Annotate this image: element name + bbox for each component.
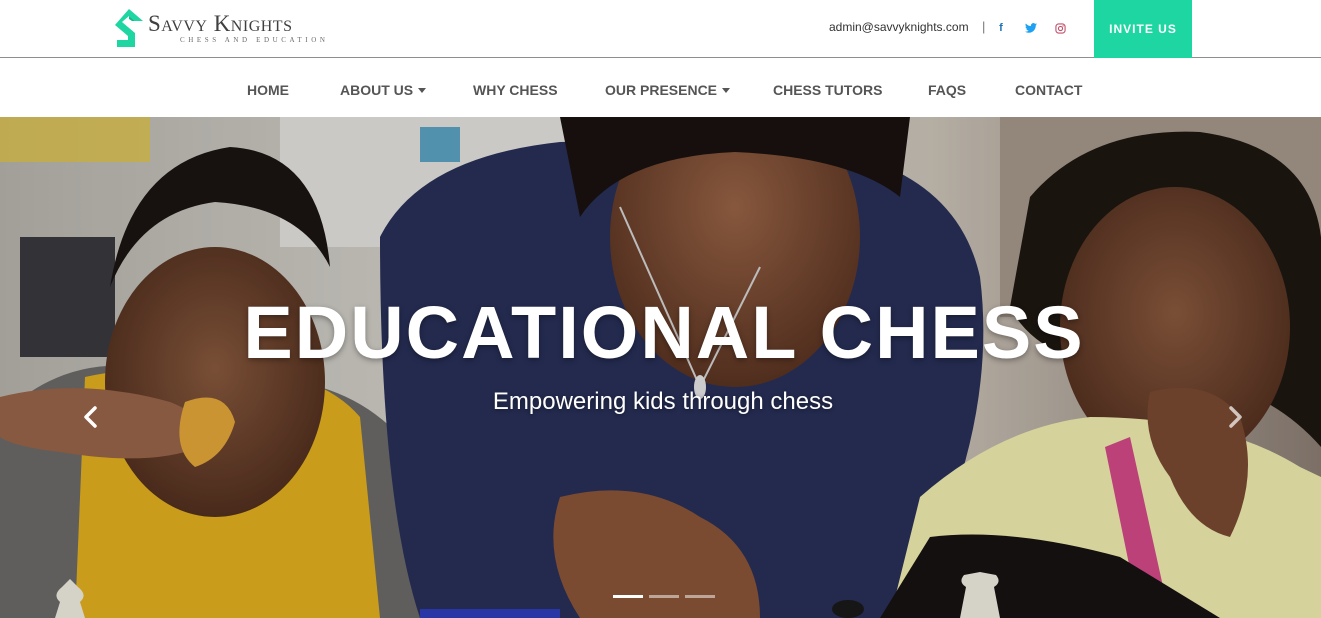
contact-email-link[interactable]: admin@savvyknights.com [829,20,969,34]
nav-item-label: HOME [247,82,289,98]
nav-item-label: CHESS TUTORS [773,82,883,98]
nav-item-about-us[interactable]: ABOUT US [340,82,427,98]
chevron-left-icon [84,406,97,428]
nav-item-faqs[interactable]: FAQS [928,82,966,98]
nav-item-label: ABOUT US [340,82,414,98]
carousel-indicator-2[interactable] [649,595,679,598]
brand-name: Savvy Knights [148,11,293,36]
nav-item-label: FAQS [928,82,967,98]
carousel-indicator-3[interactable] [685,595,715,598]
brand-logo[interactable]: Savvy Knights Chess and Education [113,7,329,49]
nav-item-our-presence[interactable]: OUR PRESENCE [605,82,731,98]
main-nav: HOME ABOUT US WHY CHESS OUR PRESENCE CHE… [0,59,1321,117]
invite-us-button[interactable]: INVITE US [1094,0,1192,58]
brand-tagline: Chess and Education [180,36,329,44]
hero-title: EDUCATIONAL CHESS [243,291,1085,374]
instagram-icon[interactable] [1053,21,1067,35]
carousel-next-button[interactable] [1224,402,1248,432]
hero-subtitle: Empowering kids through chess [492,388,834,415]
hero-carousel: EDUCATIONAL CHESS Empowering kids throug… [0,117,1321,618]
nav-item-chess-tutors[interactable]: CHESS TUTORS [773,82,882,98]
facebook-glyph: f [999,22,1003,34]
carousel-indicator-1[interactable] [613,595,643,598]
nav-item-why-chess[interactable]: WHY CHESS [473,82,558,98]
logo-text: Savvy Knights Chess and Education [148,11,329,45]
carousel-prev-button[interactable] [78,402,102,432]
chevron-right-icon [1229,406,1242,428]
divider: | [982,19,986,34]
nav-item-home[interactable]: HOME [247,82,289,98]
nav-item-label: OUR PRESENCE [605,82,718,98]
nav-item-contact[interactable]: CONTACT [1015,82,1082,98]
carousel-indicators [613,595,715,598]
caret-down-icon [418,87,427,93]
nav-item-label: WHY CHESS [473,82,558,98]
top-bar: Savvy Knights Chess and Education admin@… [0,0,1321,58]
logo-mark-icon [115,9,143,47]
facebook-icon[interactable]: f [994,21,1008,35]
nav-item-label: CONTACT [1015,82,1083,98]
twitter-icon[interactable] [1024,21,1038,35]
caret-down-icon [722,87,731,93]
